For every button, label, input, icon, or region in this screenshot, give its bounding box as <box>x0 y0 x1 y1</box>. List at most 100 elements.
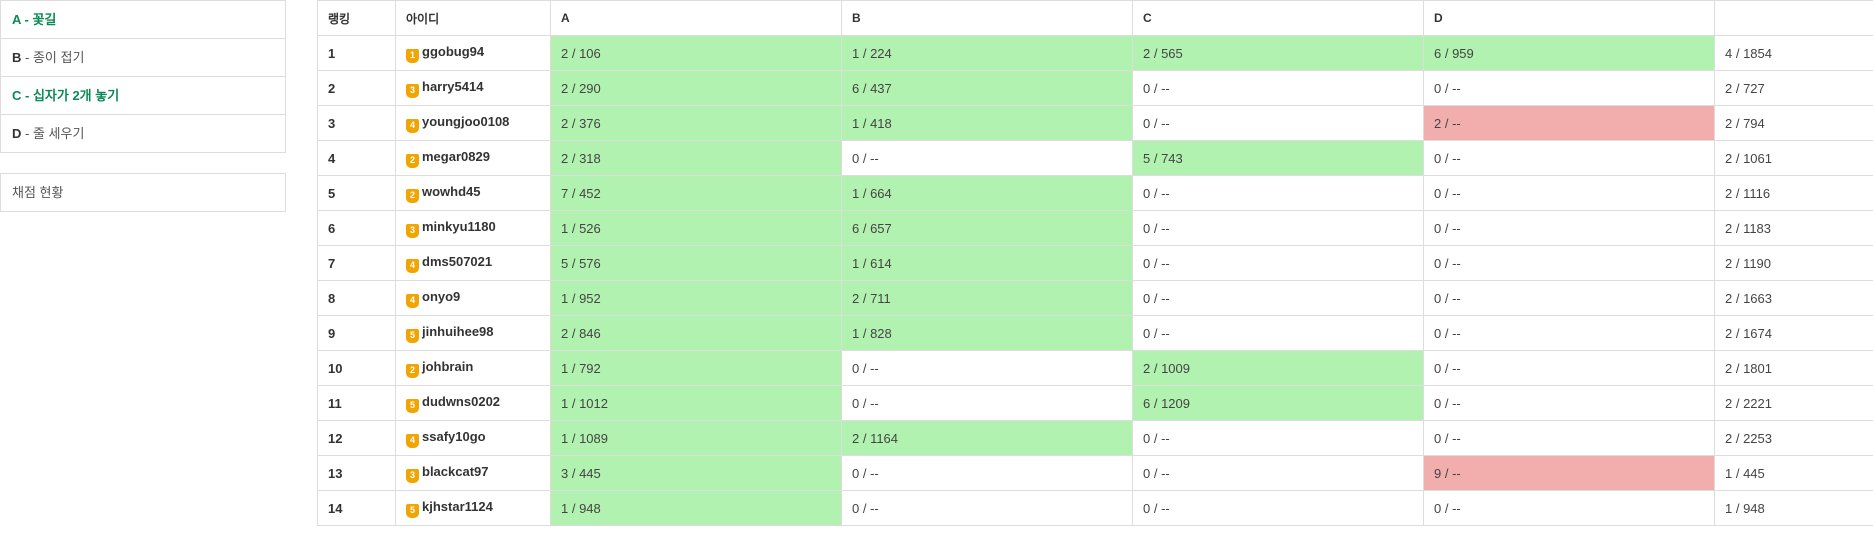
table-body: 1 1 ggobug94 2 / 106 1 / 224 2 / 565 6 / 959 4 … <box>317 35 1873 526</box>
user-id-link[interactable]: harry5414 <box>422 79 483 94</box>
rank-cell: 12 <box>317 420 396 456</box>
tier-badge-icon: 3 <box>406 223 419 238</box>
scoreboard-table: 랭킹 아이디 A B C D 1 1 ggobug94 2 / 106 1 / 224 2 / 56… <box>317 0 1873 526</box>
problem-result-cell: 0 / -- <box>1132 420 1424 456</box>
problem-result-cell: 6 / 1209 <box>1132 385 1424 421</box>
user-id-link[interactable]: ggobug94 <box>422 44 484 59</box>
user-cell: 3 minkyu1180 <box>395 210 551 246</box>
problem-result-cell: 2 / 1009 <box>1132 350 1424 386</box>
user-id-link[interactable]: dudwns0202 <box>422 394 500 409</box>
user-id-link[interactable]: onyo9 <box>422 289 460 304</box>
column-header: D <box>1423 0 1715 36</box>
user-id-link[interactable]: dms507021 <box>422 254 492 269</box>
user-cell: 4 ssafy10go <box>395 420 551 456</box>
problem-result-cell: 0 / -- <box>1132 210 1424 246</box>
problem-result-cell: 0 / -- <box>841 350 1133 386</box>
problem-result-cell: 1 / 1089 <box>550 420 842 456</box>
user-id-link[interactable]: ssafy10go <box>422 429 486 444</box>
rank-cell: 3 <box>317 105 396 141</box>
table-row: 7 4 dms507021 5 / 576 1 / 614 0 / -- 0 / -- 2 /… <box>317 245 1873 281</box>
problem-result-cell: 0 / -- <box>841 490 1133 526</box>
table-row: 14 5 kjhstar1124 1 / 948 0 / -- 0 / -- 0 / -- 1… <box>317 490 1873 526</box>
problem-result-cell: 0 / -- <box>1132 245 1424 281</box>
table-row: 8 4 onyo9 1 / 952 2 / 711 0 / -- 0 / -- 2 / 166… <box>317 280 1873 316</box>
rank-cell: 6 <box>317 210 396 246</box>
sidebar: A - 꽃길 B - 종이 접기 C - 십자가 2개 놓기 D - 줄 세우기 채점… <box>0 0 286 212</box>
problem-result-cell: 0 / -- <box>1423 140 1715 176</box>
problem-separator: - <box>21 126 33 141</box>
user-id-link[interactable]: wowhd45 <box>422 184 481 199</box>
user-cell: 3 blackcat97 <box>395 455 551 491</box>
problem-result-cell: 1 / 418 <box>841 105 1133 141</box>
problem-result-cell: 1 / 792 <box>550 350 842 386</box>
problem-result-cell: 9 / -- <box>1423 455 1715 491</box>
total-cell: 1 / 445 <box>1714 455 1873 491</box>
user-id-link[interactable]: kjhstar1124 <box>422 499 493 514</box>
user-id-link[interactable]: megar0829 <box>422 149 490 164</box>
table-row: 4 2 megar0829 2 / 318 0 / -- 5 / 743 0 / -- 2 /… <box>317 140 1873 176</box>
total-cell: 1 / 948 <box>1714 490 1873 526</box>
problem-result-cell: 0 / -- <box>1132 455 1424 491</box>
problem-result-cell: 0 / -- <box>841 140 1133 176</box>
total-cell: 2 / 1674 <box>1714 315 1873 351</box>
column-header: 랭킹 <box>317 0 396 36</box>
problem-result-cell: 2 / 1164 <box>841 420 1133 456</box>
user-cell: 4 dms507021 <box>395 245 551 281</box>
table-row: 5 2 wowhd45 7 / 452 1 / 664 0 / -- 0 / -- 2 / 1… <box>317 175 1873 211</box>
user-cell: 3 harry5414 <box>395 70 551 106</box>
problem-result-cell: 0 / -- <box>1423 490 1715 526</box>
problem-result-cell: 0 / -- <box>841 385 1133 421</box>
total-cell: 4 / 1854 <box>1714 35 1873 71</box>
problem-result-cell: 1 / 952 <box>550 280 842 316</box>
problem-result-cell: 0 / -- <box>1132 490 1424 526</box>
problem-result-cell: 0 / -- <box>841 455 1133 491</box>
problem-result-cell: 2 / 565 <box>1132 35 1424 71</box>
problem-result-cell: 1 / 948 <box>550 490 842 526</box>
problem-result-cell: 2 / 106 <box>550 35 842 71</box>
total-cell: 2 / 1663 <box>1714 280 1873 316</box>
problem-result-cell: 0 / -- <box>1423 385 1715 421</box>
problem-link-b[interactable]: B - 종이 접기 <box>1 39 285 77</box>
user-id-link[interactable]: minkyu1180 <box>422 219 496 234</box>
problem-result-cell: 0 / -- <box>1423 420 1715 456</box>
rank-cell: 4 <box>317 140 396 176</box>
total-cell: 2 / 727 <box>1714 70 1873 106</box>
table-row: 1 1 ggobug94 2 / 106 1 / 224 2 / 565 6 / 959 4 … <box>317 35 1873 71</box>
problem-link-a[interactable]: A - 꽃길 <box>1 1 285 39</box>
problem-title: 십자가 2개 놓기 <box>32 88 120 103</box>
tier-badge-icon: 4 <box>406 293 419 308</box>
tier-badge-icon: 4 <box>406 258 419 273</box>
problem-link-c[interactable]: C - 십자가 2개 놓기 <box>1 77 285 115</box>
problem-list: A - 꽃길 B - 종이 접기 C - 십자가 2개 놓기 D - 줄 세우기 <box>0 0 286 153</box>
problem-result-cell: 2 / 290 <box>550 70 842 106</box>
user-id-link[interactable]: johbrain <box>422 359 473 374</box>
problem-id: B <box>12 50 22 65</box>
problem-result-cell: 1 / 1012 <box>550 385 842 421</box>
problem-result-cell: 0 / -- <box>1132 175 1424 211</box>
problem-result-cell: 2 / 846 <box>550 315 842 351</box>
problem-title: 줄 세우기 <box>32 126 85 141</box>
total-cell: 2 / 1116 <box>1714 175 1873 211</box>
table-row: 6 3 minkyu1180 1 / 526 6 / 657 0 / -- 0 / -- 2 … <box>317 210 1873 246</box>
column-header: B <box>841 0 1133 36</box>
problem-result-cell: 1 / 664 <box>841 175 1133 211</box>
user-id-link[interactable]: youngjoo0108 <box>422 114 509 129</box>
user-cell: 2 wowhd45 <box>395 175 551 211</box>
problem-result-cell: 2 / -- <box>1423 105 1715 141</box>
user-cell: 4 youngjoo0108 <box>395 105 551 141</box>
problem-result-cell: 1 / 614 <box>841 245 1133 281</box>
user-id-link[interactable]: blackcat97 <box>422 464 489 479</box>
user-id-link[interactable]: jinhuihee98 <box>422 324 494 339</box>
tier-badge-icon: 2 <box>406 188 419 203</box>
scoreboard: 랭킹 아이디 A B C D 1 1 ggobug94 2 / 106 1 / 224 2 / 56… <box>317 0 1873 526</box>
problem-result-cell: 1 / 828 <box>841 315 1133 351</box>
status-link[interactable]: 채점 현황 <box>0 173 286 212</box>
problem-link-d[interactable]: D - 줄 세우기 <box>1 115 285 152</box>
problem-result-cell: 3 / 445 <box>550 455 842 491</box>
problem-title: 종이 접기 <box>32 50 85 65</box>
rank-cell: 2 <box>317 70 396 106</box>
problem-result-cell: 2 / 711 <box>841 280 1133 316</box>
rank-cell: 9 <box>317 315 396 351</box>
rank-cell: 14 <box>317 490 396 526</box>
problem-separator: - <box>21 88 33 103</box>
